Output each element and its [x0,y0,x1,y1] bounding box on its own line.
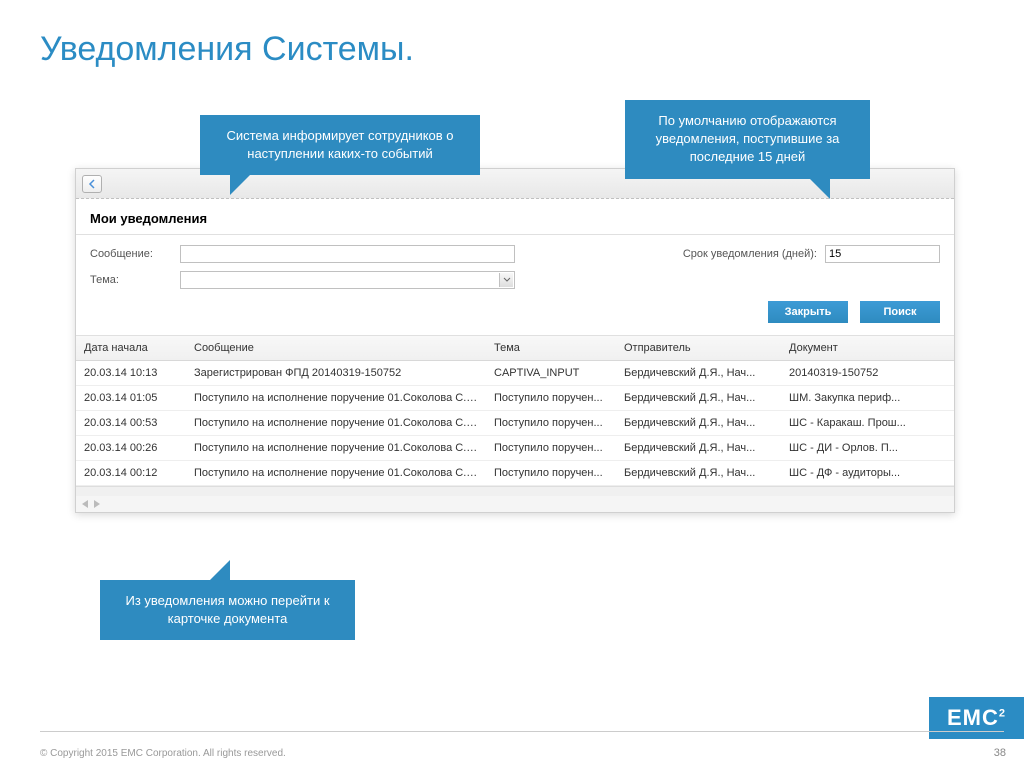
grid-header: Дата начала Сообщение Тема Отправитель Д… [76,336,954,361]
search-button[interactable]: Поиск [860,301,940,323]
cell: ШМ. Закупка периф... [781,386,941,410]
cell: Бердичевский Д.Я., Нач... [616,461,781,485]
cell: Поступило на исполнение поручение 01.Сок… [186,461,486,485]
back-button[interactable] [82,175,102,193]
cell: Бердичевский Д.Я., Нач... [616,386,781,410]
table-row[interactable]: 20.03.14 00:53Поступило на исполнение по… [76,411,954,436]
cell: 20140319-150752 [781,361,941,385]
cell: Бердичевский Д.Я., Нач... [616,361,781,385]
cell: Бердичевский Д.Я., Нач... [616,436,781,460]
callout-inform: Система информирует сотрудников о наступ… [200,115,480,175]
theme-label: Тема: [90,274,180,286]
page-number: 38 [994,747,1006,759]
cell: ШС - ДИ - Орлов. П... [781,436,941,460]
cell: Зарегистрирован ФПД 20140319-150752 [186,361,486,385]
arrow-left-icon [87,179,97,189]
cell: Поступило на исполнение поручение 01.Сок… [186,386,486,410]
cell: Поступило на исполнение поручение 01.Сок… [186,436,486,460]
period-label: Срок уведомления (дней): [683,248,817,260]
table-row[interactable]: 20.03.14 01:05Поступило на исполнение по… [76,386,954,411]
filter-panel: Сообщение: Срок уведомления (дней): Тема… [76,235,954,336]
cell: CAPTIVA_INPUT [486,361,616,385]
cell: Бердичевский Д.Я., Нач... [616,411,781,435]
cell: Поступило поручен... [486,386,616,410]
message-label: Сообщение: [90,248,180,260]
callout-default-period: По умолчанию отображаются уведомления, п… [625,100,870,179]
col-sender[interactable]: Отправитель [616,336,781,360]
cell: Поступило поручен... [486,411,616,435]
theme-select[interactable] [180,271,515,289]
message-input[interactable] [180,245,515,263]
table-row[interactable]: 20.03.14 00:12Поступило на исполнение по… [76,461,954,486]
col-message[interactable]: Сообщение [186,336,486,360]
table-row[interactable]: 20.03.14 00:26Поступило на исполнение по… [76,436,954,461]
cell: Поступило поручен... [486,461,616,485]
period-input[interactable] [825,245,940,263]
cell: 20.03.14 10:13 [76,361,186,385]
chevron-down-icon[interactable] [499,273,513,287]
slide-footer: © Copyright 2015 EMC Corporation. All ri… [0,719,1024,767]
cell: Поступило на исполнение поручение 01.Сок… [186,411,486,435]
table-row[interactable]: 20.03.14 10:13Зарегистрирован ФПД 201403… [76,361,954,386]
section-heading: Мои уведомления [76,199,954,235]
cell: Поступило поручен... [486,436,616,460]
cell: 20.03.14 00:53 [76,411,186,435]
copyright-text: © Copyright 2015 EMC Corporation. All ri… [40,748,286,759]
page-title: Уведомления Системы. [0,0,1024,89]
close-button[interactable]: Закрыть [768,301,848,323]
horizontal-scrollbar[interactable] [76,486,954,496]
pager-prev-icon[interactable] [82,500,88,508]
callout-navigate-doc: Из уведомления можно перейти к карточке … [100,580,355,640]
notifications-grid: Дата начала Сообщение Тема Отправитель Д… [76,336,954,512]
col-date[interactable]: Дата начала [76,336,186,360]
grid-pager [76,496,954,512]
col-document[interactable]: Документ [781,336,941,360]
notifications-window: Мои уведомления Сообщение: Срок уведомле… [75,168,955,513]
cell: ШС - ДФ - аудиторы... [781,461,941,485]
cell: 20.03.14 01:05 [76,386,186,410]
col-theme[interactable]: Тема [486,336,616,360]
cell: 20.03.14 00:26 [76,436,186,460]
cell: ШС - Каракаш. Прош... [781,411,941,435]
cell: 20.03.14 00:12 [76,461,186,485]
pager-next-icon[interactable] [94,500,100,508]
